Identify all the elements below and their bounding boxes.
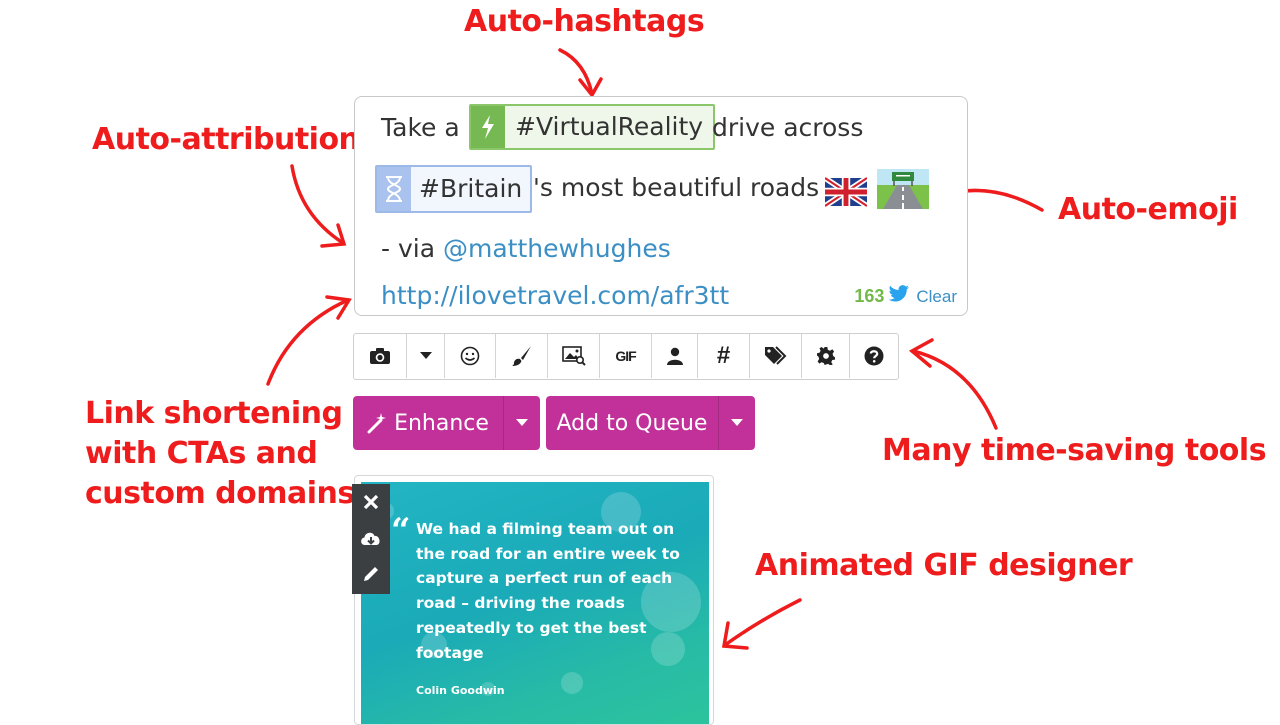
character-counter: 163 Clear: [854, 285, 957, 308]
magic-wand-icon: [367, 412, 389, 434]
pencil-icon[interactable]: [352, 556, 390, 592]
bubble: [561, 672, 583, 694]
queue-dropdown-toggle[interactable]: [718, 396, 755, 450]
callout-link-shortening-2: with CTAs and: [85, 436, 318, 471]
callout-gif-designer: Animated GIF designer: [755, 548, 1133, 583]
hashtag-icon[interactable]: #: [698, 334, 750, 378]
callout-auto-attribution: Auto-attribution: [92, 122, 360, 157]
hashtag-text: #Britain: [411, 167, 531, 211]
image-search-icon[interactable]: [548, 334, 600, 378]
post-composer[interactable]: Take a #VirtualReality drive across #Bri…: [354, 96, 968, 316]
user-icon[interactable]: [652, 334, 698, 378]
quote-mark-icon: “: [391, 511, 411, 551]
enhance-button-group: Enhance: [353, 396, 540, 450]
gear-icon[interactable]: [802, 334, 850, 378]
attribution-line: - via @matthewhughes: [381, 234, 671, 263]
short-link[interactable]: http://ilovetravel.com/afr3tt: [381, 281, 729, 310]
uk-flag-emoji: [823, 175, 869, 209]
caret-down-icon[interactable]: [407, 334, 445, 378]
brush-icon[interactable]: [496, 334, 548, 378]
queue-button-group: Add to Queue: [546, 396, 755, 450]
cloud-download-icon[interactable]: [352, 520, 390, 556]
enhance-dropdown-toggle[interactable]: [503, 396, 540, 450]
callout-auto-emoji: Auto-emoji: [1058, 192, 1238, 227]
gif-quote-author: Colin Goodwin: [416, 684, 505, 697]
gif-quote-text: We had a filming team out on the road fo…: [416, 520, 680, 662]
gif-search-icon[interactable]: GIF: [600, 334, 652, 378]
hashtag-text: #VirtualReality: [505, 106, 714, 148]
queue-label: Add to Queue: [556, 410, 708, 436]
add-to-queue-button[interactable]: Add to Queue: [546, 396, 718, 450]
hashtag-label: #: [716, 342, 731, 369]
enhance-label: Enhance: [394, 410, 489, 436]
hashtag-chip-virtualreality[interactable]: #VirtualReality: [469, 104, 716, 150]
callout-link-shortening-1: Link shortening: [85, 396, 343, 431]
attribution-prefix: - via: [381, 234, 436, 263]
composer-text-beautiful-roads: 's most beautiful roads: [533, 173, 820, 202]
smiley-icon[interactable]: [445, 334, 496, 378]
motorway-emoji: [877, 169, 929, 209]
camera-icon[interactable]: [354, 334, 407, 378]
help-icon[interactable]: [850, 334, 898, 378]
animated-gif-image: “ We had a filming team out on the road …: [361, 482, 709, 724]
twitter-bird-icon: [888, 285, 910, 308]
callout-auto-hashtags: Auto-hashtags: [464, 4, 705, 39]
caret-down-icon: [516, 419, 528, 426]
tags-icon[interactable]: [750, 334, 802, 378]
clear-button[interactable]: Clear: [916, 287, 957, 307]
attribution-handle[interactable]: @matthewhughes: [443, 234, 671, 263]
hashtag-chip-britain[interactable]: #Britain: [375, 165, 533, 213]
composer-toolbar: GIF #: [353, 333, 899, 380]
caret-down-icon: [731, 419, 743, 426]
composer-text-take-a: Take a: [381, 113, 460, 142]
gif-label: GIF: [615, 348, 636, 364]
close-icon[interactable]: [352, 484, 390, 520]
char-count: 163: [854, 286, 885, 306]
lightning-icon: [471, 106, 505, 148]
callout-time-saving-tools: Many time-saving tools: [882, 433, 1267, 468]
enhance-button[interactable]: Enhance: [353, 396, 503, 450]
composer-text-drive-across: drive across: [712, 113, 864, 142]
gif-side-tools: [352, 484, 390, 594]
gif-preview-card[interactable]: “ We had a filming team out on the road …: [354, 475, 714, 725]
callout-link-shortening-3: custom domains: [85, 476, 355, 511]
hourglass-icon: [377, 167, 411, 211]
